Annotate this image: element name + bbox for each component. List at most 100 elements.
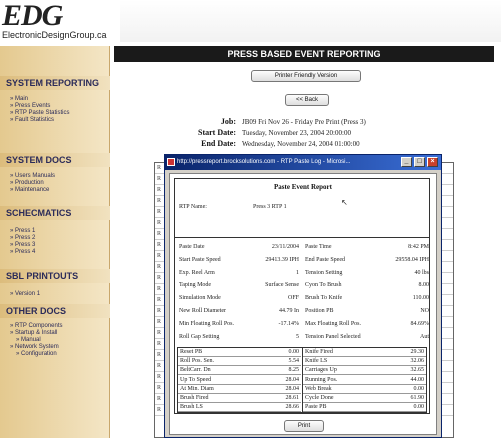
rtp-name-label: RTP Name: <box>179 204 207 210</box>
sidebar-item-manual[interactable]: Manual <box>16 337 41 344</box>
timing-row: Brush Fired 28.61 <box>178 394 301 403</box>
timing-label: At Min. Diam <box>180 385 214 392</box>
sidebar-item-press-2[interactable]: Press 2 <box>10 235 35 242</box>
field-value: 8:42 PM <box>408 244 429 250</box>
sidebar-item-startup-install[interactable]: Startup & Install <box>10 330 57 337</box>
back-button[interactable]: << Back <box>285 94 329 106</box>
field-value: -17.14% <box>278 320 300 327</box>
sidebar-item-version-1[interactable]: Version 1 <box>10 291 40 298</box>
field-value: NO <box>420 308 429 314</box>
field-label: Tension Panel Selected <box>305 333 361 340</box>
close-button[interactable]: × <box>427 157 438 167</box>
sidebar-item-configuration[interactable]: Configuration <box>16 351 57 358</box>
window-title: http://pressreport.brocksolutions.com - … <box>177 159 351 165</box>
timing-row: Carriages Up 32.65 <box>303 366 426 376</box>
start-date-value: Tuesday, November 23, 2004 20:00:00 <box>242 129 351 137</box>
field-label: End Paste Speed <box>305 256 345 263</box>
timing-value: 32.65 <box>410 367 425 374</box>
end-date-value: Wednesday, November 24, 2004 01:00:00 <box>242 140 360 148</box>
sidebar-item-rtp-components[interactable]: RTP Components <box>10 323 62 330</box>
field-value: 5 <box>296 333 299 340</box>
field-label: Tension Setting <box>305 269 343 276</box>
timing-grid: Reset PB 0.00 Roll Pos. Sen. 5.54 BeltCarr. … <box>177 347 427 413</box>
mouse-cursor-icon: ↖ <box>341 198 348 207</box>
field-label: Min Floating Roll Pos. <box>179 320 235 327</box>
timing-label: Reset PB <box>180 349 203 355</box>
timing-row: Cycle Done 61.90 <box>303 394 426 403</box>
timing-row: BeltCarr. Dn 8.25 <box>178 366 301 376</box>
field-label: Roll Gap Setting <box>179 333 220 340</box>
timing-value: 28.04 <box>285 376 300 383</box>
field-label: Brush To Knife <box>305 295 343 302</box>
sidebar-heading-schematics: SCHECMATICS <box>6 208 72 218</box>
sidebar-item-main[interactable]: Main <box>10 96 28 103</box>
timing-label: Brush LS <box>180 404 203 411</box>
timing-value: 5.54 <box>288 358 300 365</box>
header: EDG ElectronicDesignGroup.ca <box>0 0 501 46</box>
field-label: Exp. Reel Arm <box>179 269 215 276</box>
sidebar-item-rtp-paste-statistics[interactable]: RTP Paste Statistics <box>10 110 69 117</box>
field-value: 23/11/2004 <box>271 244 299 250</box>
job-label: Job: <box>220 117 236 126</box>
sidebar-item-network-system[interactable]: Network System <box>10 344 59 351</box>
timing-row: Knife LS 32.06 <box>303 357 426 367</box>
field-value: 29413.39 IPH <box>265 256 299 263</box>
sidebar-item-users-manuals[interactable]: Users Manuals <box>10 173 55 180</box>
timing-label: Up To Speed <box>180 376 212 383</box>
timing-label: Carriages Up <box>305 367 337 374</box>
maximize-button[interactable]: □ <box>414 157 425 167</box>
field-label: Taping Mode <box>179 282 212 289</box>
window-body: Paste Event Report RTP Name: Press 3 RTP… <box>169 173 437 435</box>
timing-label: Knife LS <box>305 358 328 365</box>
field-value: Surface Sense <box>265 282 299 289</box>
sidebar: SYSTEM REPORTING Main Press Events RTP P… <box>0 46 110 438</box>
ie-icon <box>167 158 175 166</box>
timing-row: Brush LS 28.66 <box>178 403 301 413</box>
timing-label: Cycle Done <box>305 395 334 401</box>
field-label: Paste Time <box>305 244 332 250</box>
timing-row: Knife Fired 29.30 <box>303 348 426 357</box>
field-value: 8.00 <box>418 282 430 289</box>
printer-friendly-button[interactable]: Printer Friendly Version <box>251 70 361 82</box>
field-label: Max Floating Roll Pos. <box>305 320 362 327</box>
field-label: New Roll Diameter <box>179 308 226 314</box>
timing-row: Reset PB 0.00 <box>178 348 301 357</box>
timing-row: Running Pos. 44.00 <box>303 376 426 385</box>
paste-event-report: Paste Event Report RTP Name: Press 3 RTP… <box>174 178 430 414</box>
timing-value: 0.00 <box>288 349 300 355</box>
sidebar-heading-sbl-printouts: SBL PRINTOUTS <box>6 271 79 281</box>
start-date-label: Start Date: <box>198 128 236 137</box>
page-title: PRESS BASED EVENT REPORTING <box>114 46 494 62</box>
field-value: 1 <box>296 269 299 276</box>
timing-row: Up To Speed 28.04 <box>178 376 301 385</box>
sidebar-item-press-4[interactable]: Press 4 <box>10 249 35 256</box>
timing-row: Paste PB 0.00 <box>303 403 426 413</box>
timing-row: Web Break 0.00 <box>303 385 426 394</box>
print-button[interactable]: Print <box>284 420 324 432</box>
field-label: Start Paste Speed <box>179 256 221 263</box>
sidebar-item-press-3[interactable]: Press 3 <box>10 242 35 249</box>
timing-label: Knife Fired <box>305 349 333 355</box>
timing-value: 8.25 <box>288 367 300 374</box>
sidebar-item-press-1[interactable]: Press 1 <box>10 228 35 235</box>
minimize-button[interactable]: _ <box>401 157 412 167</box>
field-label: Position PB <box>305 308 334 314</box>
sidebar-item-fault-statistics[interactable]: Fault Statistics <box>10 117 54 124</box>
window-titlebar[interactable]: http://pressreport.brocksolutions.com - … <box>165 155 441 170</box>
timing-value: 32.06 <box>410 358 425 365</box>
timing-label: Roll Pos. Sen. <box>180 358 215 365</box>
field-value: 44.79 In <box>279 308 299 314</box>
timing-label: Web Break <box>305 385 332 392</box>
timing-value: 28.66 <box>285 404 300 411</box>
sidebar-heading-system-docs: SYSTEM DOCS <box>6 155 72 165</box>
timing-value: 29.30 <box>410 349 425 355</box>
sidebar-heading-other-docs: OTHER DOCS <box>6 306 67 316</box>
edg-logo[interactable]: EDG <box>2 1 63 31</box>
sidebar-item-press-events[interactable]: Press Events <box>10 103 50 110</box>
sidebar-item-maintenance[interactable]: Maintenance <box>10 187 49 194</box>
sidebar-item-production[interactable]: Production <box>10 180 44 187</box>
end-date-label: End Date: <box>201 139 236 148</box>
field-label: Cyon To Brush <box>305 282 342 289</box>
report-title: Paste Event Report <box>274 183 332 191</box>
sidebar-heading-system-reporting: SYSTEM REPORTING <box>6 78 100 88</box>
